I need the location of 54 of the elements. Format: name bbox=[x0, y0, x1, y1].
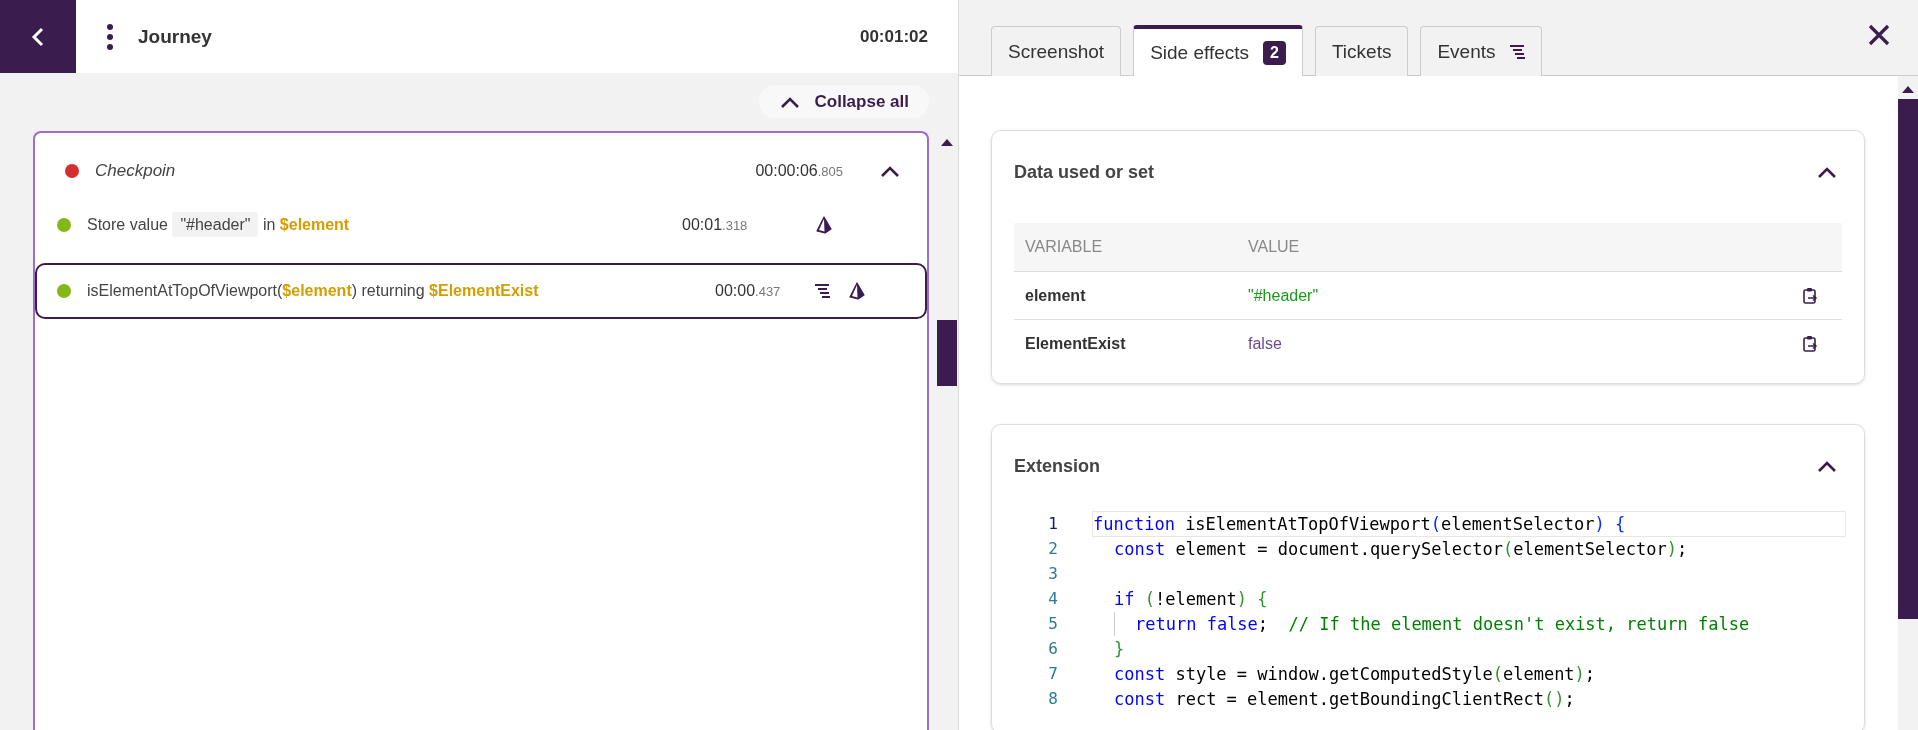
column-header: VALUE bbox=[1247, 238, 1301, 256]
table-cell-text: ElementExist bbox=[1024, 334, 1127, 353]
events-icon[interactable] bbox=[815, 283, 830, 299]
line-number: 4 bbox=[1047, 589, 1058, 608]
section-title: Data used or set bbox=[1014, 161, 1155, 183]
table-cell-text: "#header" bbox=[1247, 286, 1320, 305]
scrollbar-thumb[interactable] bbox=[1898, 99, 1918, 619]
collapse-all-button[interactable]: Collapse all bbox=[758, 85, 929, 118]
line-number: 5 bbox=[1047, 614, 1058, 633]
line-number: 8 bbox=[1047, 689, 1058, 708]
chevron-up-icon[interactable] bbox=[1816, 165, 1838, 179]
clipboard-icon[interactable] bbox=[1802, 334, 1818, 353]
section-title: Extension bbox=[1014, 455, 1101, 477]
code-line: function isElementAtTopOfViewport(elementSelector) { bbox=[1093, 512, 1626, 536]
clipboard-icon[interactable] bbox=[1802, 286, 1818, 305]
step-row[interactable]: isElementAtTopOfViewport($element) returning $ElementExist 00:00.437 bbox=[35, 263, 927, 319]
chevron-up-icon[interactable] bbox=[1816, 459, 1838, 473]
journey-title: Journey bbox=[138, 25, 213, 48]
code-line: const style = window.getComputedStyle(element); bbox=[1114, 662, 1596, 686]
column-header: VARIABLE bbox=[1024, 238, 1104, 256]
table-cell-text: element bbox=[1024, 286, 1087, 305]
code-line: return false; // If the element doesn't exist, return false bbox=[1135, 612, 1750, 636]
code-line: if (!element) { bbox=[1114, 587, 1268, 611]
line-number: 3 bbox=[1047, 564, 1058, 583]
tab[interactable]: Tickets bbox=[1314, 26, 1409, 76]
events-icon bbox=[1509, 43, 1525, 60]
prism-icon[interactable] bbox=[815, 216, 833, 234]
code-line: const rect = element.getBoundingClientRect(); bbox=[1114, 687, 1575, 711]
step-time: 00:01.318 bbox=[682, 216, 749, 234]
scrollbar-thumb[interactable] bbox=[936, 320, 957, 386]
tab[interactable]: Screenshot bbox=[991, 26, 1122, 76]
table-cell-text: false bbox=[1247, 334, 1283, 353]
code-line: const element = document.querySelector(elementSelector); bbox=[1114, 537, 1688, 561]
step-time: 00:00.437 bbox=[715, 282, 782, 300]
line-number: 1 bbox=[1047, 514, 1058, 533]
tab[interactable]: Side effects 2 bbox=[1133, 25, 1303, 76]
step-text: isElementAtTopOfViewport($element) returning $ElementExist bbox=[87, 282, 540, 300]
scrollbar[interactable] bbox=[1898, 76, 1918, 730]
more-menu-icon[interactable] bbox=[106, 22, 114, 51]
back-icon bbox=[31, 25, 45, 48]
count-badge: 2 bbox=[1263, 40, 1286, 65]
scroll-up-icon[interactable] bbox=[940, 139, 953, 146]
line-number: 7 bbox=[1047, 664, 1058, 683]
code-line: } bbox=[1114, 637, 1125, 661]
chevron-up-icon[interactable] bbox=[879, 164, 901, 178]
checkpoint-time: 00:00:06.805 bbox=[755, 162, 843, 180]
line-number: 6 bbox=[1047, 639, 1058, 658]
checkpoint-title: Checkpoin bbox=[95, 161, 177, 181]
journey-duration: 00:01:02 bbox=[859, 26, 928, 47]
tab[interactable]: Events bbox=[1420, 26, 1542, 76]
step-row[interactable]: Store value "#header" in $element 00:01.318 bbox=[35, 203, 927, 247]
line-number: 2 bbox=[1047, 539, 1058, 558]
close-icon bbox=[1868, 24, 1890, 46]
prism-icon[interactable] bbox=[848, 282, 866, 300]
